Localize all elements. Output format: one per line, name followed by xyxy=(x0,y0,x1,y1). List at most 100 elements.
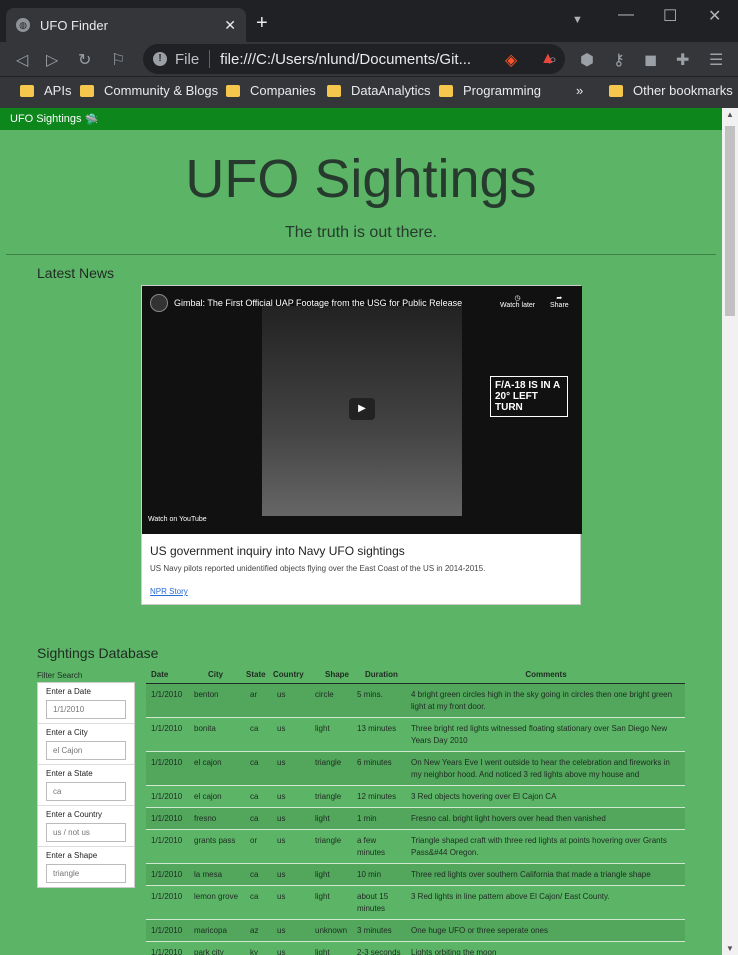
bookmark-programming[interactable]: Programming xyxy=(439,83,541,98)
cell-state: ca xyxy=(250,892,259,901)
bookmark-other[interactable]: Other bookmarks xyxy=(609,83,733,98)
cell-date: 1/1/2010 xyxy=(151,948,183,955)
ufo-icon: 🛸 xyxy=(84,113,99,126)
bookmark-companies[interactable]: Companies xyxy=(226,83,316,98)
menu-icon[interactable]: ☰ xyxy=(709,50,723,70)
cell-comments: Three bright red lights witnessed floati… xyxy=(411,724,668,745)
scroll-down-icon[interactable]: ▼ xyxy=(726,944,734,953)
cell-shape: light xyxy=(315,814,330,823)
extension-shield-icon[interactable]: ⬢ xyxy=(580,50,594,70)
card-body: US government inquiry into Navy UFO sigh… xyxy=(150,544,574,596)
watch-on-youtube[interactable]: Watch on YouTube xyxy=(142,508,230,532)
play-icon[interactable]: ▶ xyxy=(349,398,375,420)
cell-duration: about 15 minutes xyxy=(357,892,389,913)
scheme-label: File xyxy=(175,50,200,68)
page-content: UFO Sightings 🛸 UFO Sightings The truth … xyxy=(0,108,722,955)
brave-rewards-icon[interactable]: ▲ xyxy=(540,50,556,68)
tab-search-icon[interactable]: ▼ xyxy=(572,14,583,26)
cell-shape: circle xyxy=(315,690,334,699)
cell-state: az xyxy=(250,926,259,935)
bookmark-label: Programming xyxy=(463,83,542,98)
bookmark-icon[interactable]: ⚐ xyxy=(111,50,125,70)
folder-icon xyxy=(20,84,34,97)
video-player[interactable]: Gimbal: The First Official UAP Footage f… xyxy=(142,286,582,534)
news-card: Gimbal: The First Official UAP Footage f… xyxy=(141,285,582,605)
maximize-icon[interactable]: ☐ xyxy=(663,6,677,26)
filter-city: Enter a City xyxy=(38,724,134,765)
filter-panel: Enter a Date Enter a City Enter a State … xyxy=(37,682,135,888)
browser-tab[interactable]: ◍ UFO Finder ✕ xyxy=(6,8,246,42)
bookmark-dataanalytics[interactable]: DataAnalytics xyxy=(327,83,430,98)
cell-state: ca xyxy=(250,792,259,801)
brave-shield-icon[interactable]: ◈ xyxy=(505,50,517,70)
state-input[interactable] xyxy=(46,782,126,801)
country-input[interactable] xyxy=(46,823,126,842)
info-icon[interactable]: ! xyxy=(153,52,167,66)
cell-comments: 4 bright green circles high in the sky g… xyxy=(411,690,673,711)
cell-city: la mesa xyxy=(194,870,223,879)
address-bar[interactable]: ! File file:///C:/Users/nlund/Documents/… xyxy=(143,44,565,74)
table-body: 1/1/2010 benton ar us circle 5 mins. 4 bright … xyxy=(146,684,685,955)
folder-icon xyxy=(439,84,453,97)
col-date: Date xyxy=(151,670,169,679)
clock-icon: ◷ xyxy=(514,295,521,302)
cell-date: 1/1/2010 xyxy=(151,690,183,699)
cell-country: us xyxy=(277,948,286,955)
share-label: Share xyxy=(550,302,569,309)
reload-icon[interactable]: ↻ xyxy=(78,50,91,70)
more-bookmarks-icon[interactable]: » xyxy=(576,83,583,98)
watch-later-button[interactable]: ◷ Watch later xyxy=(500,294,535,309)
tab-title: UFO Finder xyxy=(40,17,108,33)
back-icon[interactable]: ◁ xyxy=(16,50,28,70)
cell-country: us xyxy=(277,870,286,879)
video-title[interactable]: Gimbal: The First Official UAP Footage f… xyxy=(174,298,462,308)
scrollbar[interactable]: ▲ ▼ xyxy=(722,108,738,955)
city-input[interactable] xyxy=(46,741,126,760)
col-comments: Comments xyxy=(525,670,567,679)
close-window-icon[interactable]: ✕ xyxy=(708,6,721,26)
bookmark-apis[interactable]: APIs xyxy=(20,83,71,98)
scrollbar-thumb[interactable] xyxy=(725,126,735,316)
divider xyxy=(209,50,211,68)
share-button[interactable]: ➦ Share xyxy=(550,294,569,309)
extension-icon[interactable]: ◼ xyxy=(644,50,657,70)
navbar-brand[interactable]: UFO Sightings xyxy=(10,113,82,125)
close-tab-icon[interactable]: ✕ xyxy=(224,17,236,34)
npr-story-link[interactable]: NPR Story xyxy=(150,587,574,596)
cell-shape: unknown xyxy=(315,926,348,935)
cell-shape: light xyxy=(315,948,330,955)
shape-input[interactable] xyxy=(46,864,126,883)
cell-date: 1/1/2010 xyxy=(151,926,183,935)
bookmark-community[interactable]: Community & Blogs xyxy=(80,83,218,98)
table-row: 1/1/2010 la mesa ca us light 10 min Three red … xyxy=(146,864,685,886)
forward-icon[interactable]: ▷ xyxy=(46,50,58,70)
channel-avatar[interactable] xyxy=(150,294,168,312)
cell-country: us xyxy=(277,892,286,901)
cell-state: ca xyxy=(250,724,259,733)
cell-duration: 5 mins. xyxy=(357,690,383,699)
filter-country: Enter a Country xyxy=(38,806,134,847)
cell-date: 1/1/2010 xyxy=(151,836,183,845)
database-heading: Sightings Database xyxy=(37,645,159,661)
minimize-icon[interactable]: — xyxy=(618,6,634,24)
filter-state-label: Enter a State xyxy=(46,769,93,778)
new-tab-icon[interactable]: + xyxy=(256,12,268,35)
bookmark-label: Other bookmarks xyxy=(633,83,733,98)
puzzle-icon[interactable]: ✚ xyxy=(676,50,689,70)
table-row: 1/1/2010 lemon grove ca us light about 15 min… xyxy=(146,886,685,920)
date-input[interactable] xyxy=(46,700,126,719)
cell-duration: 10 min xyxy=(357,870,382,879)
scroll-up-icon[interactable]: ▲ xyxy=(726,110,734,119)
col-duration: Duration xyxy=(365,670,398,679)
table-row: 1/1/2010 maricopa az us unknown 3 minutes One … xyxy=(146,920,685,942)
cell-date: 1/1/2010 xyxy=(151,792,183,801)
cell-city: fresno xyxy=(194,814,217,823)
col-state: State xyxy=(246,670,266,679)
key-icon[interactable]: ⚷ xyxy=(613,50,625,70)
url-text[interactable]: file:///C:/Users/nlund/Documents/Git... xyxy=(220,51,471,68)
bookmark-label: Companies xyxy=(250,83,316,98)
cell-date: 1/1/2010 xyxy=(151,870,183,879)
cell-state: ca xyxy=(250,814,259,823)
cell-shape: triangle xyxy=(315,792,342,801)
folder-icon xyxy=(609,84,623,97)
